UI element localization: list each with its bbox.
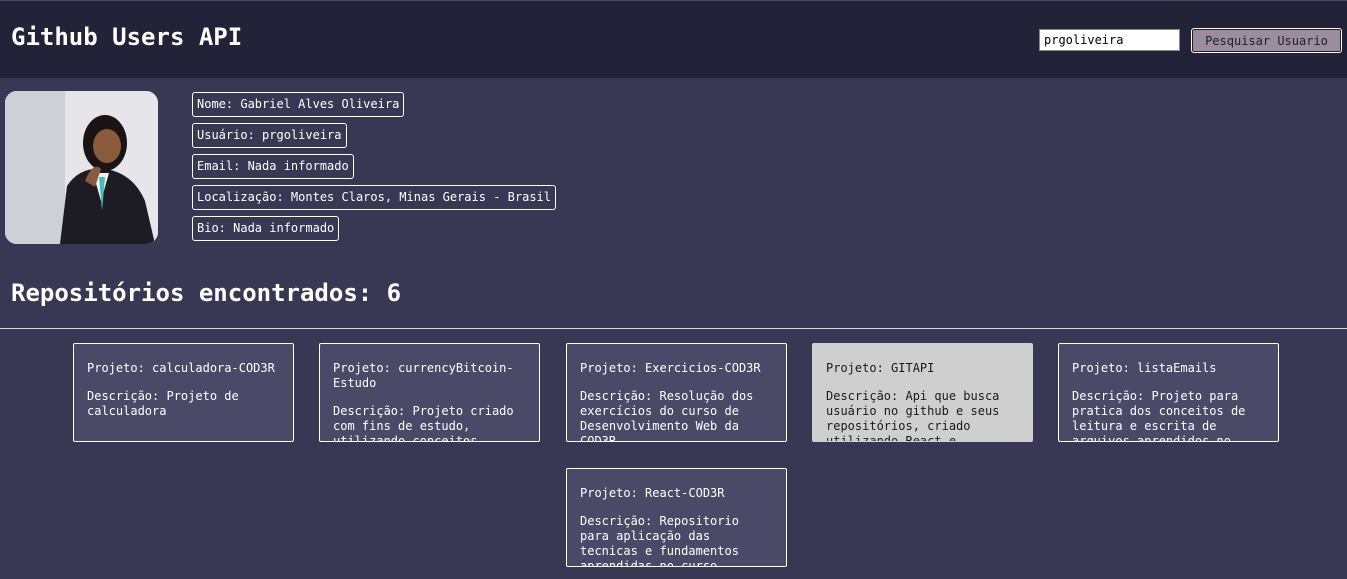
repo-description: Descrição: Projeto para pratica dos conc… [1072, 389, 1246, 442]
app-header: Github Users API Pesquisar Usuario [0, 0, 1347, 78]
repo-card[interactable]: Projeto: currencyBitcoin-Estudo Descriçã… [319, 343, 540, 442]
repo-description: Descrição: Projeto de calculadora [87, 389, 239, 418]
repo-card-hovered[interactable]: Projeto: GITAPI Descrição: Api que busca… [812, 343, 1033, 442]
repo-card[interactable]: Projeto: Exercicios-COD3R Descrição: Res… [566, 343, 787, 442]
repositories-heading: Repositórios encontrados: 6 [11, 279, 402, 307]
user-photo-icon [5, 91, 158, 244]
divider [0, 328, 1347, 329]
repo-description: Descrição: Api que busca usuário no gith… [826, 389, 1000, 442]
repo-project: Projeto: currencyBitcoin-Estudo [333, 361, 514, 390]
repo-project: Projeto: GITAPI [826, 361, 935, 375]
app-title: Github Users API [11, 23, 243, 51]
profile-username: Usuário: prgoliveira [192, 123, 347, 148]
repo-card[interactable]: Projeto: React-COD3R Descrição: Reposito… [566, 468, 787, 567]
username-search-input[interactable] [1039, 29, 1180, 51]
profile-location: Localização: Montes Claros, Minas Gerais… [192, 185, 557, 210]
repo-card[interactable]: Projeto: calculadora-COD3R Descrição: Pr… [73, 343, 294, 442]
repo-project: Projeto: React-COD3R [580, 486, 725, 500]
repo-project: Projeto: Exercicios-COD3R [580, 361, 761, 375]
search-user-button[interactable]: Pesquisar Usuario [1191, 28, 1342, 53]
profile-bio: Bio: Nada informado [192, 216, 340, 241]
repo-project: Projeto: listaEmails [1072, 361, 1217, 375]
profile-email: Email: Nada informado [192, 154, 354, 179]
profile-name: Nome: Gabriel Alves Oliveira [192, 92, 405, 117]
repo-project: Projeto: calculadora-COD3R [87, 361, 275, 375]
repo-description: Descrição: Resolução dos exercícios do c… [580, 389, 754, 442]
repo-card[interactable]: Projeto: listaEmails Descrição: Projeto … [1058, 343, 1279, 442]
avatar [5, 91, 158, 244]
repo-description: Descrição: Projeto criado com fins de es… [333, 404, 514, 442]
repo-description: Descrição: Repositorio para aplicação da… [580, 514, 739, 567]
